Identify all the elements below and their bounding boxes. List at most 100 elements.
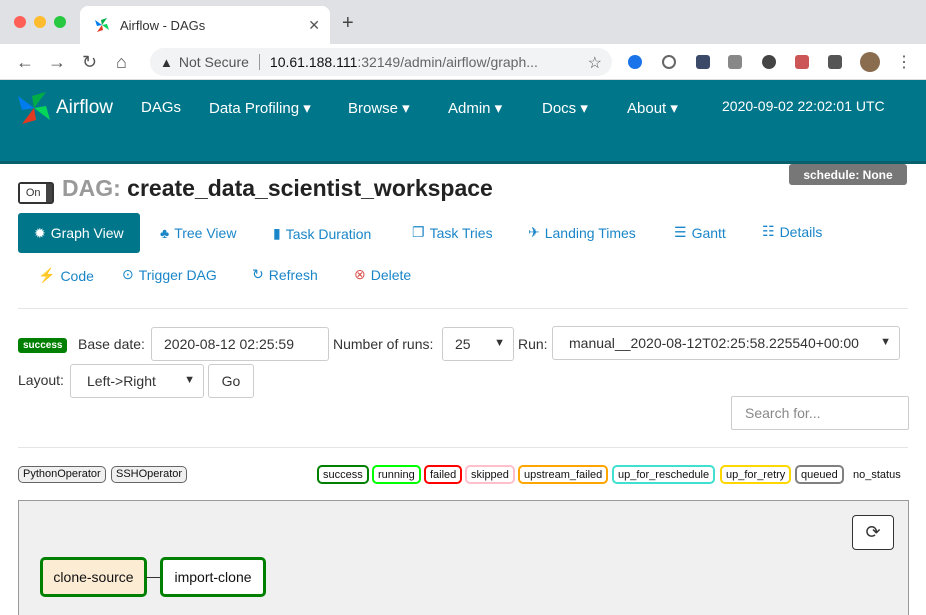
status-running[interactable]: running bbox=[372, 465, 421, 484]
task-tries-label: Task Tries bbox=[429, 224, 493, 241]
status-up-for-retry[interactable]: up_for_retry bbox=[720, 465, 792, 484]
run-select[interactable]: manual__2020-08-12T02:25:58.225540+00:00… bbox=[552, 326, 900, 360]
schedule-badge: schedule: None bbox=[789, 164, 907, 185]
browser-tab[interactable]: Airflow - DAGs ✕ bbox=[80, 6, 330, 44]
extension-icon[interactable] bbox=[628, 55, 642, 69]
bookmark-star-icon[interactable]: ☆ bbox=[588, 53, 602, 73]
refresh-icon: ↻ bbox=[252, 266, 264, 282]
puzzle-icon[interactable] bbox=[828, 55, 842, 69]
toggle-knob bbox=[46, 184, 52, 202]
browser-toolbar: ← → ↻ ⌂ ▲ Not Secure 10.61.188.111 :3214… bbox=[0, 44, 926, 80]
status-success[interactable]: success bbox=[317, 465, 369, 484]
state-badge: success bbox=[18, 338, 68, 353]
details-button[interactable]: ☷ Details bbox=[762, 223, 822, 240]
task-duration-label: Task Duration bbox=[285, 225, 372, 242]
tab-close-icon[interactable]: ✕ bbox=[308, 17, 320, 34]
browser-tab-bar: Airflow - DAGs ✕ + bbox=[0, 0, 926, 44]
gantt-button[interactable]: ☰ Gantt bbox=[674, 224, 726, 241]
back-arrow-icon[interactable]: ← bbox=[16, 52, 34, 73]
url-host: 10.61.188.111 bbox=[269, 54, 358, 70]
nav-browse[interactable]: Browse ▾ bbox=[348, 99, 410, 117]
list-icon: ☷ bbox=[762, 223, 775, 239]
num-runs-select[interactable]: 25 ▼ bbox=[442, 327, 514, 361]
graph-edge bbox=[146, 577, 160, 578]
refresh-button[interactable]: ↻ Refresh bbox=[252, 266, 318, 283]
num-runs-label: Number of runs: bbox=[333, 336, 434, 352]
trigger-dag-label: Trigger DAG bbox=[138, 266, 217, 283]
go-button[interactable]: Go bbox=[208, 364, 254, 398]
minimize-window-button[interactable] bbox=[34, 16, 46, 28]
status-up-for-reschedule[interactable]: up_for_reschedule bbox=[612, 465, 716, 484]
avatar[interactable] bbox=[860, 52, 880, 72]
landing-times-button[interactable]: ✈ Landing Times bbox=[528, 224, 636, 241]
home-icon[interactable]: ⌂ bbox=[116, 52, 127, 73]
plane-icon: ✈ bbox=[528, 224, 540, 240]
status-queued[interactable]: queued bbox=[795, 465, 844, 484]
trigger-dag-button[interactable]: ⊙ Trigger DAG bbox=[122, 266, 217, 283]
airflow-navbar: Airflow DAGs Data Profiling ▾ Browse ▾ A… bbox=[0, 80, 926, 164]
dag-toggle[interactable]: On bbox=[18, 182, 54, 204]
not-secure-label: Not Secure bbox=[178, 54, 249, 70]
run-value: manual__2020-08-12T02:25:58.225540+00:00 bbox=[569, 335, 859, 351]
code-button[interactable]: ⚡ Code bbox=[38, 267, 94, 284]
remove-circle-icon: ⊗ bbox=[354, 266, 366, 282]
code-label: Code bbox=[60, 267, 94, 284]
base-date-label: Base date: bbox=[78, 336, 145, 352]
maximize-window-button[interactable] bbox=[54, 16, 66, 28]
nav-about[interactable]: About ▾ bbox=[627, 99, 678, 117]
forward-arrow-icon[interactable]: → bbox=[48, 52, 66, 73]
nav-dags[interactable]: DAGs bbox=[141, 99, 181, 116]
nav-docs[interactable]: Docs ▾ bbox=[542, 99, 588, 117]
num-runs-value: 25 bbox=[455, 336, 471, 352]
refresh-icon: ⟳ bbox=[865, 522, 881, 542]
graph-refresh-button[interactable]: ⟳ bbox=[852, 515, 894, 550]
task-duration-button[interactable]: ▮ Task Duration bbox=[273, 225, 371, 242]
extension-icon[interactable] bbox=[762, 55, 776, 69]
extension-icon[interactable] bbox=[696, 55, 710, 69]
airflow-pinwheel-icon bbox=[18, 92, 50, 124]
divider bbox=[18, 447, 908, 448]
warning-icon: ▲ bbox=[160, 54, 173, 70]
close-window-button[interactable] bbox=[14, 16, 26, 28]
task-tries-button[interactable]: ❐ Task Tries bbox=[412, 224, 493, 241]
cloud-icon[interactable] bbox=[662, 55, 676, 69]
task-node-clone-source[interactable]: clone-source bbox=[40, 557, 147, 597]
brand-name: Airflow bbox=[56, 97, 114, 118]
base-date-input[interactable]: 2020-08-12 02:25:59 bbox=[151, 327, 329, 361]
extension-icon[interactable] bbox=[795, 55, 809, 69]
address-bar[interactable]: ▲ Not Secure 10.61.188.111 :32149/admin/… bbox=[150, 48, 612, 76]
reload-icon[interactable]: ↻ bbox=[82, 52, 97, 73]
gantt-label: Gantt bbox=[691, 224, 726, 241]
layout-select[interactable]: Left->Right ▼ bbox=[70, 364, 204, 398]
delete-button[interactable]: ⊗ Delete bbox=[354, 266, 411, 283]
tree-view-button[interactable]: ♣ Tree View bbox=[160, 225, 236, 241]
status-failed[interactable]: failed bbox=[424, 465, 463, 484]
dag-name: create_data_scientist_workspace bbox=[127, 175, 493, 201]
operator-ssh: SSHOperator bbox=[111, 466, 188, 483]
chevron-down-icon: ▼ bbox=[494, 337, 505, 349]
refresh-label: Refresh bbox=[268, 266, 318, 283]
airflow-logo[interactable]: Airflow bbox=[16, 90, 113, 126]
nav-admin[interactable]: Admin ▾ bbox=[448, 99, 502, 117]
graph-view-button[interactable]: ✹ Graph View bbox=[18, 213, 140, 253]
menu-dots-icon[interactable]: ⋮ bbox=[896, 52, 912, 72]
airflow-favicon-icon bbox=[95, 18, 109, 32]
divider bbox=[258, 54, 260, 70]
layout-label: Layout: bbox=[18, 372, 64, 388]
nav-data-profiling[interactable]: Data Profiling ▾ bbox=[209, 99, 311, 117]
new-tab-button[interactable]: + bbox=[342, 12, 354, 35]
status-skipped[interactable]: skipped bbox=[465, 465, 515, 484]
align-left-icon: ☰ bbox=[674, 224, 687, 240]
tree-icon: ♣ bbox=[160, 225, 170, 241]
graph-canvas[interactable] bbox=[18, 500, 909, 615]
status-upstream-failed[interactable]: upstream_failed bbox=[518, 465, 609, 484]
search-input[interactable]: Search for... bbox=[731, 396, 909, 430]
divider bbox=[18, 308, 908, 309]
status-no-status[interactable]: no_status bbox=[847, 465, 907, 484]
task-node-import-clone[interactable]: import-clone bbox=[160, 557, 266, 597]
play-circle-icon: ⊙ bbox=[122, 266, 134, 282]
url-path: :32149/admin/airflow/graph... bbox=[357, 54, 538, 70]
run-label: Run: bbox=[518, 336, 548, 352]
graph-view-label: Graph View bbox=[50, 225, 124, 241]
extension-icon[interactable] bbox=[728, 55, 742, 69]
